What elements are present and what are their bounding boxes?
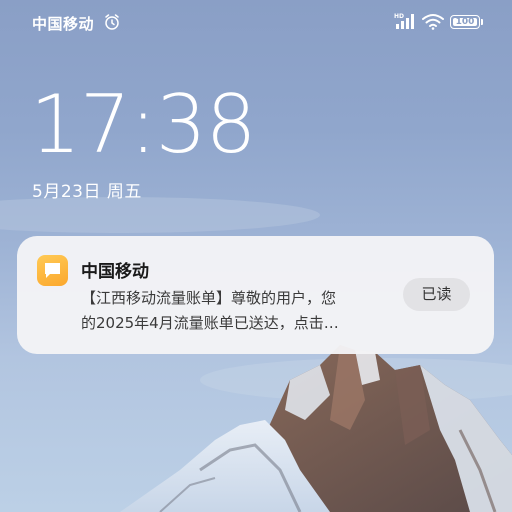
message-bubble-icon: [37, 255, 68, 286]
lockscreen-clock: 17:38: [30, 78, 257, 171]
notification-card[interactable]: 中国移动 【江西移动流量账单】尊敬的用户，您 的2025年4月流量账单已送达，点…: [17, 236, 494, 354]
lockscreen-date: 5月23日 周五: [32, 182, 142, 202]
battery-level: 100: [455, 17, 475, 27]
carrier-name: 中国移动: [32, 15, 95, 33]
battery-indicator: 100: [450, 15, 480, 29]
notification-app-name: 中国移动: [81, 262, 149, 282]
notification-message-line-1: 【江西移动流量账单】尊敬的用户，您: [81, 289, 337, 307]
wifi-icon: [422, 14, 444, 30]
battery-tip: [481, 19, 483, 25]
status-bar: 中国移动 HD 100: [0, 0, 512, 44]
alarm-clock-icon: [105, 14, 119, 30]
network-badge: HD: [394, 13, 404, 20]
notification-message: 【江西移动流量账单】尊敬的用户，您 的2025年4月流量账单已送达，点击…: [81, 286, 403, 336]
battery-fill: 100: [453, 17, 477, 27]
notification-message-line-2: 的2025年4月流量账单已送达，点击…: [81, 314, 339, 332]
cellular-signal-icon: HD: [394, 13, 414, 29]
mark-read-button[interactable]: 已读: [403, 278, 470, 311]
